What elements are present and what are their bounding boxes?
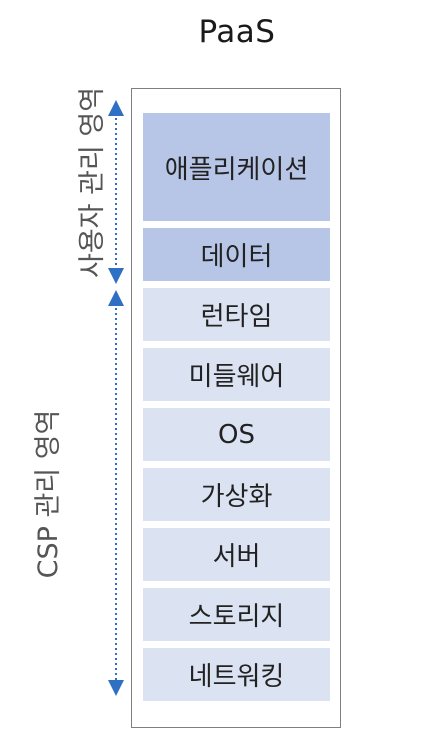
user-scope-arrow (108, 100, 124, 284)
layer-runtime: 런타임 (143, 288, 330, 341)
layer-application: 애플리케이션 (143, 113, 330, 221)
layer-os: OS (143, 408, 330, 461)
layer-server: 서버 (143, 528, 330, 581)
layer-storage: 스토리지 (143, 588, 330, 641)
csp-scope-label: CSP 관리 영역 (33, 409, 64, 579)
user-scope-label: 사용자 관리 영역 (77, 86, 108, 278)
layer-virtualization: 가상화 (143, 468, 330, 521)
layer-networking: 네트워킹 (143, 648, 330, 701)
csp-scope-arrow (108, 290, 124, 696)
layer-middleware: 미들웨어 (143, 348, 330, 401)
layer-data: 데이터 (143, 228, 330, 281)
layer-stack: 애플리케이션 데이터 런타임 미들웨어 OS 가상화 서버 스토리지 네트워킹 (131, 88, 341, 728)
